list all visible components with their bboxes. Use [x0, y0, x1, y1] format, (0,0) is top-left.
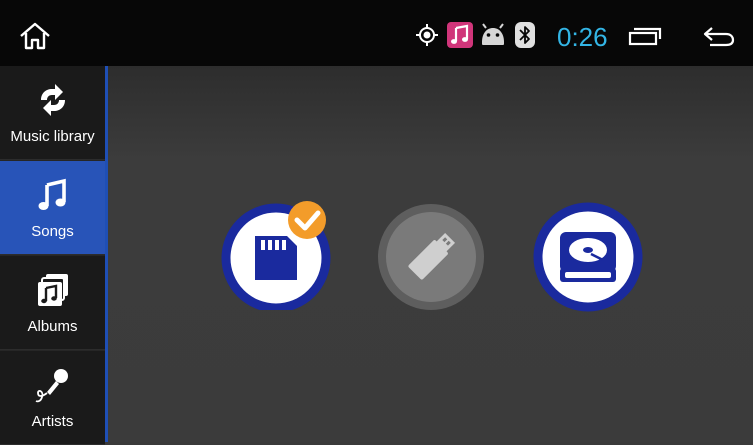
microphone-icon — [35, 369, 68, 403]
sidebar-item-label: Music library — [10, 128, 95, 145]
sidebar-item-label: Albums — [27, 318, 78, 335]
main-content — [108, 66, 753, 442]
music-note-icon — [447, 22, 473, 48]
sidebar: Music library Songs Albums Artists — [0, 66, 105, 445]
bluetooth-icon — [515, 22, 535, 48]
check-badge-icon — [288, 201, 326, 239]
music-note-icon — [38, 178, 66, 210]
sidebar-item-music-library[interactable]: Music library — [0, 66, 105, 160]
sidebar-item-albums[interactable]: Albums — [0, 256, 105, 350]
recent-apps-icon[interactable] — [628, 26, 662, 46]
sidebar-item-label: Songs — [31, 223, 74, 240]
source-usb[interactable] — [376, 202, 486, 312]
albums-icon — [38, 274, 68, 306]
sidebar-item-songs[interactable]: Songs — [0, 161, 105, 255]
hard-disk-icon — [560, 232, 616, 282]
source-hard-disk[interactable] — [533, 202, 643, 312]
android-icon — [482, 23, 504, 45]
back-icon[interactable] — [702, 24, 736, 48]
home-icon[interactable] — [18, 21, 52, 51]
location-icon — [416, 24, 438, 46]
sidebar-item-artists[interactable]: Artists — [0, 351, 105, 445]
source-sd-card[interactable] — [221, 200, 331, 310]
clock-time: 0:26 — [557, 22, 608, 52]
status-bar: 0:26 — [0, 0, 753, 66]
sync-icon — [41, 84, 65, 116]
sidebar-item-label: Artists — [31, 413, 74, 430]
